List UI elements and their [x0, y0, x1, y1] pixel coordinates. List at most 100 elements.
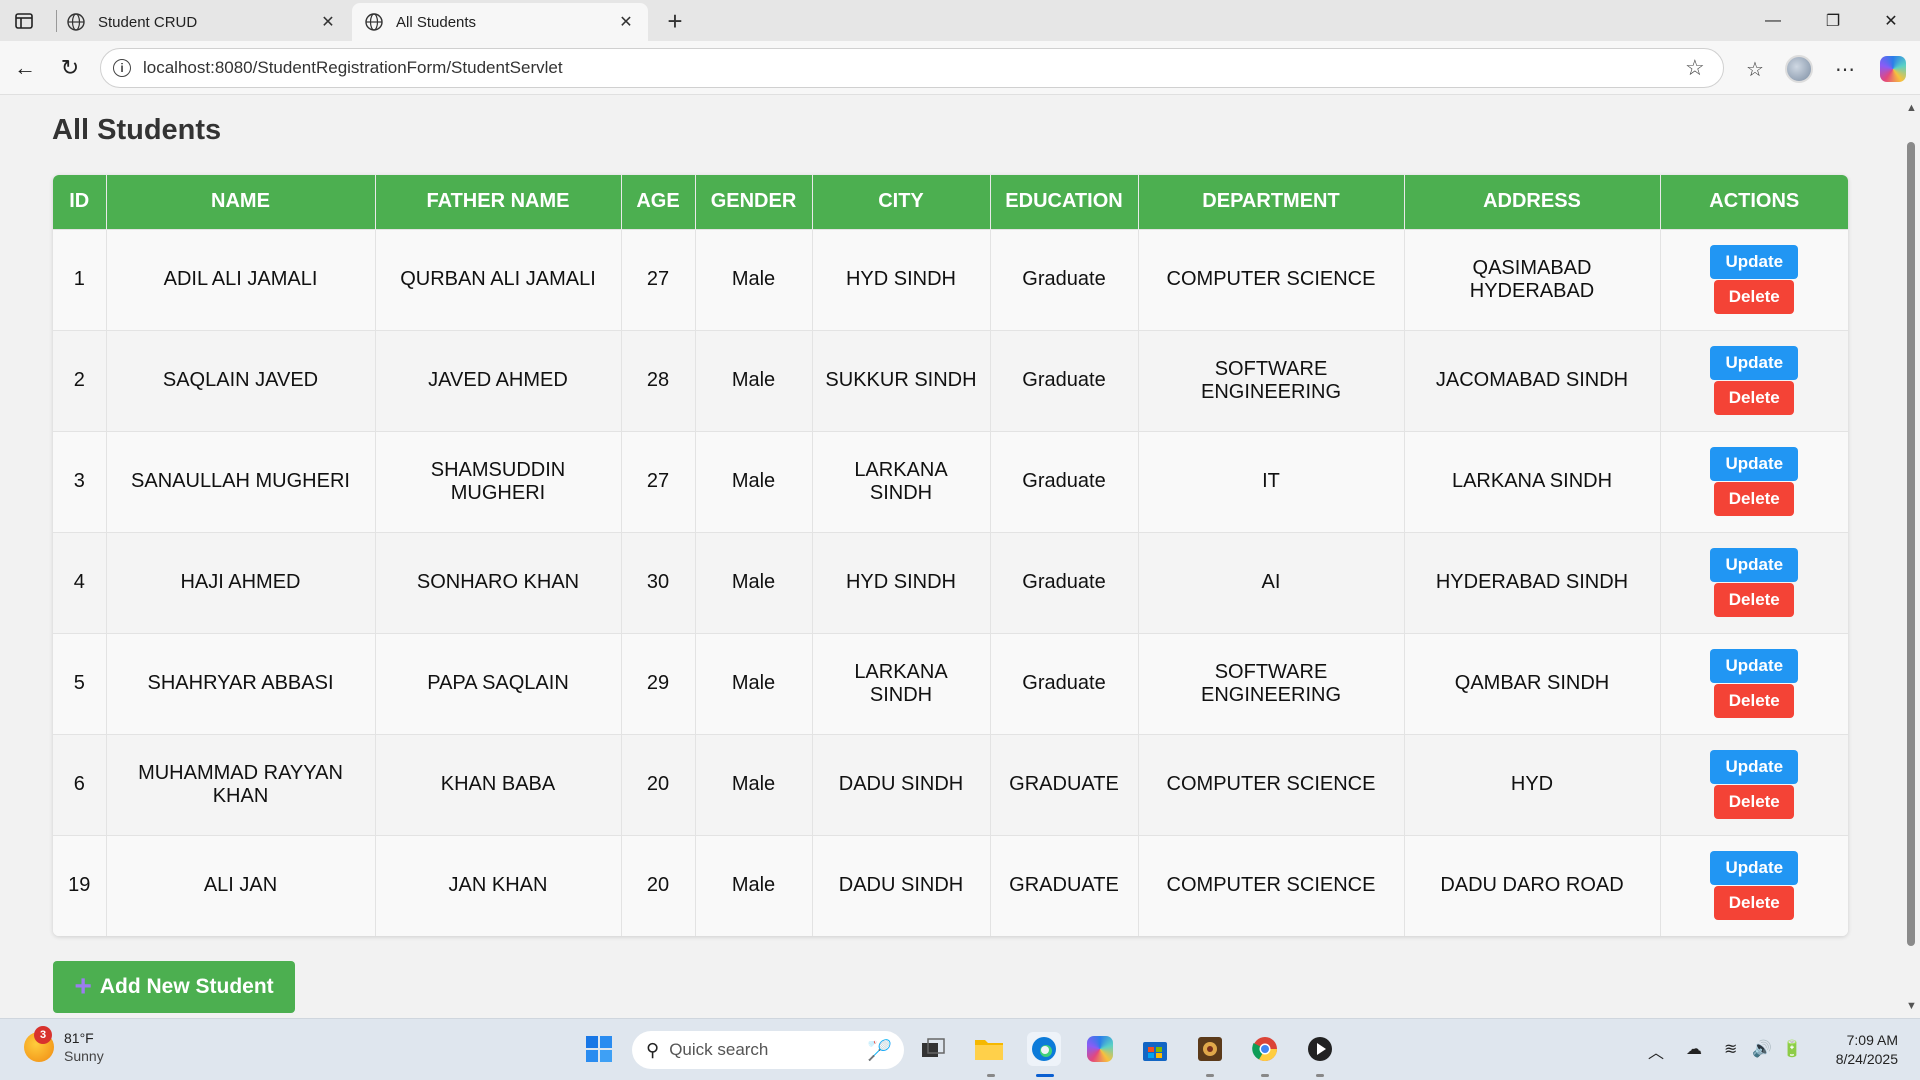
delete-button[interactable]: Delete — [1714, 381, 1795, 415]
scroll-down-arrow-icon[interactable]: ▼ — [1906, 1000, 1917, 1012]
new-tab-button[interactable]: + — [662, 8, 688, 34]
show-hidden-icons-chevron-icon[interactable]: ︿ — [1648, 1039, 1664, 1063]
cell-address: HYD — [1404, 733, 1661, 835]
edge-browser-icon[interactable] — [1027, 1032, 1061, 1066]
maximize-button[interactable]: ❐ — [1804, 0, 1862, 41]
cell-city: DADU SINDH — [812, 733, 991, 835]
column-header-age: AGE — [621, 175, 696, 229]
cell-address: HYDERABAD SINDH — [1404, 531, 1661, 633]
delete-button[interactable]: Delete — [1714, 280, 1795, 314]
column-header-education: EDUCATION — [990, 175, 1139, 229]
update-button[interactable]: Update — [1710, 649, 1799, 683]
address-toolbar: ← ↻ i localhost:8080/StudentRegistration… — [0, 41, 1920, 95]
cell-age: 20 — [621, 733, 696, 835]
file-explorer-icon[interactable] — [972, 1032, 1006, 1066]
cell-city: HYD SINDH — [812, 228, 991, 330]
more-options-icon[interactable]: ⋯ — [1830, 54, 1860, 84]
cell-actions: Update Delete — [1660, 430, 1848, 532]
browser-tab-bar: Student CRUD ✕ All Students ✕ + — ❐ ✕ — [0, 0, 1920, 41]
table-row: 4 HAJI AHMED SONHARO KHAN 30 Male HYD SINDH Gr… — [53, 531, 1848, 633]
cell-age: 20 — [621, 834, 696, 936]
cloud-sync-icon[interactable]: ☁ — [1686, 1039, 1702, 1059]
delete-button[interactable]: Delete — [1714, 583, 1795, 617]
delete-button[interactable]: Delete — [1714, 785, 1795, 819]
cell-education: Graduate — [990, 228, 1139, 330]
weather-condition: Sunny — [64, 1048, 104, 1064]
back-arrow-icon[interactable]: ← — [10, 53, 40, 83]
close-window-button[interactable]: ✕ — [1862, 0, 1920, 41]
close-icon[interactable]: ✕ — [616, 12, 636, 32]
task-view-icon[interactable] — [916, 1032, 950, 1066]
chrome-icon[interactable] — [1248, 1032, 1282, 1066]
game-app-icon[interactable] — [1193, 1032, 1227, 1066]
minimize-button[interactable]: — — [1744, 0, 1802, 41]
media-player-icon[interactable] — [1303, 1032, 1337, 1066]
table-row: 6 MUHAMMAD RAYYAN KHAN KHAN BABA 20 Male DADU… — [53, 733, 1848, 835]
favorite-star-icon[interactable]: ☆ — [1685, 55, 1713, 81]
cell-id: 6 — [53, 733, 107, 835]
close-icon[interactable]: ✕ — [318, 12, 338, 32]
copilot-icon[interactable] — [1878, 54, 1908, 84]
cell-city: HYD SINDH — [812, 531, 991, 633]
tab-student-crud[interactable]: Student CRUD ✕ — [54, 3, 350, 41]
favorites-icon[interactable]: ☆ — [1740, 54, 1770, 84]
cell-education: Graduate — [990, 531, 1139, 633]
cell-id: 1 — [53, 228, 107, 330]
page-scrollbar[interactable]: ▲ ▼ — [1902, 96, 1920, 1018]
cell-city: LARKANA SINDH — [812, 632, 991, 734]
update-button[interactable]: Update — [1710, 447, 1799, 481]
cell-city: SUKKUR SINDH — [812, 329, 991, 431]
volume-icon[interactable]: 🔊 — [1752, 1039, 1772, 1059]
update-button[interactable]: Update — [1710, 245, 1799, 279]
windows-start-icon[interactable] — [582, 1032, 616, 1066]
cell-address: JACOMABAD SINDH — [1404, 329, 1661, 431]
delete-button[interactable]: Delete — [1714, 684, 1795, 718]
update-button[interactable]: Update — [1710, 851, 1799, 886]
search-icon: ⚲ — [646, 1039, 660, 1060]
update-button[interactable]: Update — [1710, 548, 1799, 582]
cell-id: 3 — [53, 430, 107, 532]
column-header-city: CITY — [812, 175, 991, 229]
cell-gender: Male — [695, 531, 813, 633]
add-new-student-button[interactable]: + Add New Student — [53, 961, 295, 1013]
url-text[interactable]: localhost:8080/StudentRegistrationForm/S… — [143, 58, 1685, 78]
table-row: 3 SANAULLAH MUGHERI SHAMSUDDIN MUGHERI 27 Ma… — [53, 430, 1848, 532]
taskbar-search[interactable]: ⚲ Quick search 🏸 — [632, 1031, 904, 1069]
tab-title: Student CRUD — [98, 13, 198, 31]
update-button[interactable]: Update — [1710, 750, 1799, 784]
app-indicator — [1261, 1074, 1269, 1077]
taskbar-clock[interactable]: 7:09 AM 8/24/2025 — [1836, 1031, 1898, 1069]
weather-widget[interactable]: 3 81°F Sunny — [24, 1026, 104, 1065]
cell-name: HAJI AHMED — [106, 531, 376, 633]
column-header-name: NAME — [106, 175, 376, 229]
cell-name: ALI JAN — [106, 834, 376, 936]
reload-icon[interactable]: ↻ — [55, 53, 85, 83]
cell-gender: Male — [695, 834, 813, 936]
microsoft-store-icon[interactable] — [1138, 1032, 1172, 1066]
cell-department: SOFTWARE ENGINEERING — [1138, 632, 1405, 734]
cell-education: GRADUATE — [990, 834, 1139, 936]
copilot-app-icon[interactable] — [1083, 1032, 1117, 1066]
add-button-label: Add New Student — [99, 975, 274, 998]
cell-department: AI — [1138, 531, 1405, 633]
tab-actions-icon[interactable] — [12, 9, 36, 33]
tab-all-students[interactable]: All Students ✕ — [352, 3, 648, 41]
scroll-up-arrow-icon[interactable]: ▲ — [1906, 102, 1917, 114]
update-button[interactable]: Update — [1710, 346, 1799, 380]
profile-avatar[interactable] — [1784, 54, 1814, 84]
battery-icon[interactable]: 🔋 — [1782, 1039, 1802, 1059]
delete-button[interactable]: Delete — [1714, 482, 1795, 516]
wifi-icon[interactable]: ≋ — [1724, 1039, 1737, 1059]
delete-button[interactable]: Delete — [1714, 886, 1795, 921]
cell-department: COMPUTER SCIENCE — [1138, 228, 1405, 330]
site-info-icon[interactable]: i — [113, 59, 131, 77]
search-placeholder: Quick search — [669, 1040, 769, 1059]
scrollbar-thumb[interactable] — [1907, 142, 1915, 946]
cell-actions: Update Delete — [1660, 329, 1848, 431]
address-bar[interactable]: i localhost:8080/StudentRegistrationForm… — [100, 48, 1724, 88]
page-title: All Students — [52, 114, 222, 146]
table-row: 2 SAQLAIN JAVED JAVED AHMED 28 Male SUKKUR SI… — [53, 329, 1848, 431]
cell-city: DADU SINDH — [812, 834, 991, 936]
column-header-id: ID — [53, 175, 107, 229]
cell-age: 27 — [621, 228, 696, 330]
